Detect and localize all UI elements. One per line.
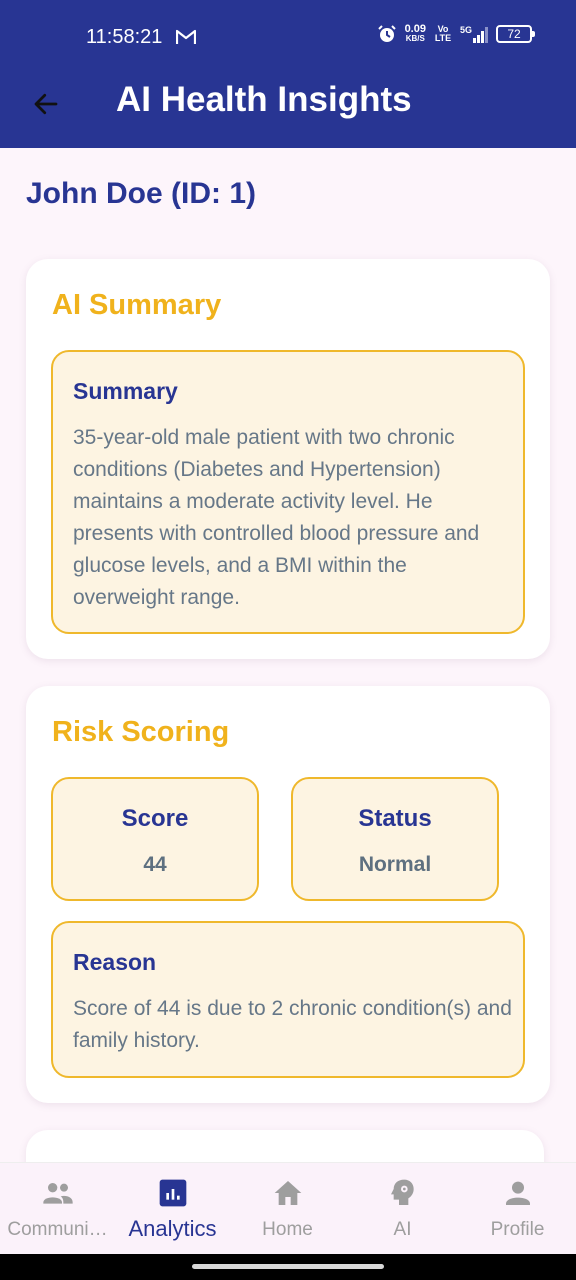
person-icon [505, 1181, 530, 1205]
reason-box: Reason Score of 44 is due to 2 chronic c… [51, 921, 525, 1078]
nav-item-ai[interactable]: AI [345, 1163, 460, 1255]
score-value: 44 [143, 853, 167, 876]
arrow-back-icon [34, 93, 58, 115]
back-button[interactable] [26, 84, 66, 124]
nav-label-home: Home [262, 1219, 313, 1240]
risk-scoring-title: Risk Scoring [52, 716, 230, 748]
volte-indicator: Vo LTE [434, 24, 452, 43]
score-label: Score [121, 805, 189, 832]
ai-brain-icon [390, 1179, 414, 1205]
status-box: Status Normal [291, 777, 499, 901]
ai-summary-card: AI Summary Summary 35-year-old male pati… [26, 259, 550, 659]
net-speed-unit: KB/S [405, 34, 425, 43]
battery-icon: 72 [496, 25, 535, 43]
app-bar: 11:58:21 0.09 KB/S Vo LTE 5G 72 AI Healt… [0, 0, 576, 148]
summary-text: 35-year-old male patient with two chroni… [73, 426, 480, 609]
risk-scoring-card: Risk Scoring Score 44 Status Normal Reas… [26, 686, 550, 1103]
score-box: Score 44 [51, 777, 259, 901]
home-gesture-handle[interactable] [192, 1264, 384, 1269]
nav-label-profile: Profile [490, 1219, 545, 1240]
analytics-icon [159, 1179, 186, 1207]
nav-label-analytics: Analytics [128, 1216, 217, 1241]
status-time: 11:58:21 [86, 26, 163, 48]
home-icon [274, 1181, 301, 1205]
nav-item-community[interactable]: Communi… [0, 1163, 115, 1255]
nav-item-profile[interactable]: Profile [460, 1163, 575, 1255]
alarm-icon [377, 25, 396, 42]
net-speed-value: 0.09 [404, 23, 426, 35]
summary-label: Summary [73, 378, 178, 404]
status-label: Status [358, 805, 432, 832]
nav-item-home[interactable]: Home [230, 1163, 345, 1255]
people-icon [42, 1183, 73, 1204]
reason-label: Reason [73, 949, 157, 975]
gmail-icon [176, 29, 196, 44]
summary-box: Summary 35-year-old male patient with tw… [51, 350, 525, 634]
reason-text: Score of 44 is due to 2 chronic conditio… [73, 997, 512, 1052]
system-gesture-bar [0, 1254, 576, 1280]
signal-icon: 5G [460, 25, 488, 43]
net-speed: 0.09 KB/S [405, 24, 426, 44]
nav-label-ai: AI [393, 1219, 412, 1240]
patient-name: John Doe (ID: 1) [26, 177, 256, 210]
nav-label-community: Communi… [7, 1219, 108, 1240]
network-type: 5G [459, 25, 472, 35]
ai-summary-title: AI Summary [52, 289, 222, 321]
status-icons: 0.09 KB/S Vo LTE 5G 72 [377, 24, 535, 44]
status-value: Normal [358, 853, 432, 876]
nav-item-analytics[interactable]: Analytics [115, 1163, 230, 1255]
page-title: AI Health Insights [116, 80, 412, 119]
bottom-navigation: Communi… Analytics Home AI Profile [0, 1162, 576, 1254]
